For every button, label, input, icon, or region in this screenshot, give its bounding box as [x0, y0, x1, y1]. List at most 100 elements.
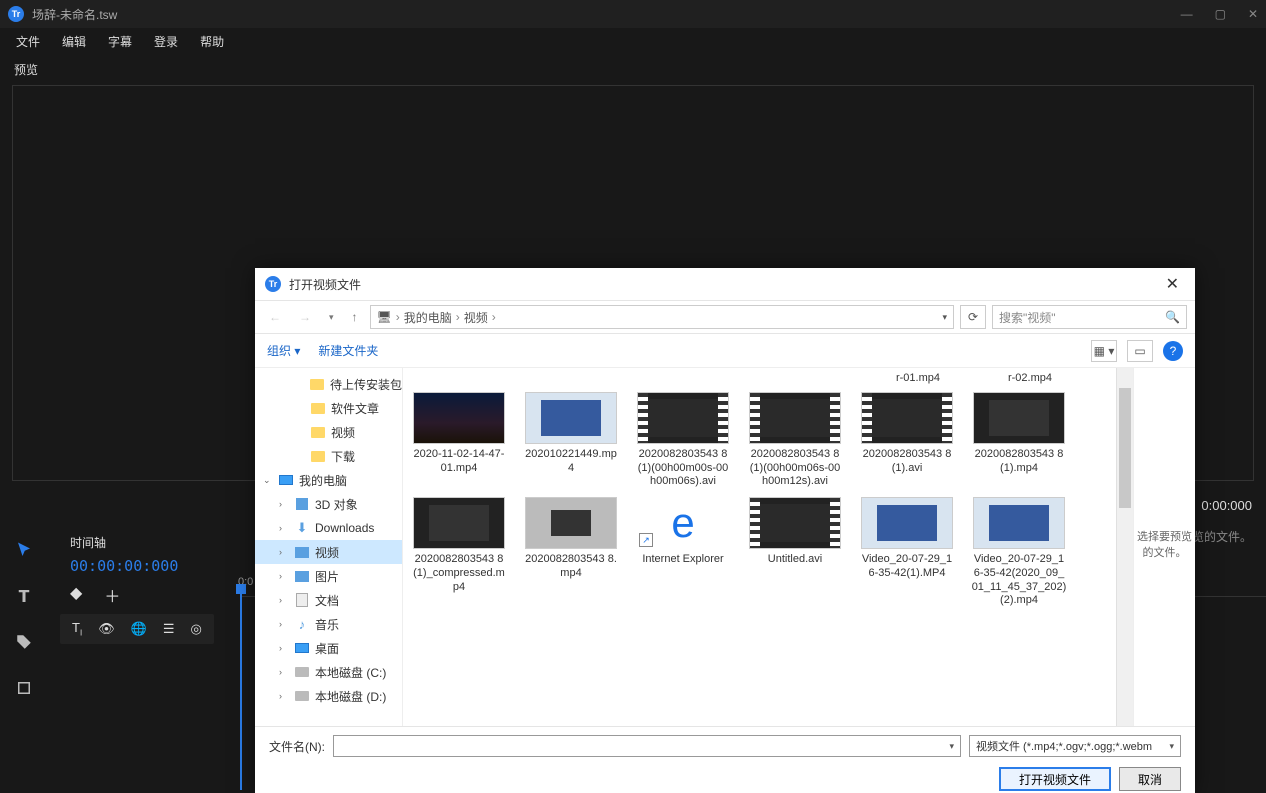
preview-pane: 选择要预览的文件。 [1133, 368, 1195, 726]
tree-item-label: 本地磁盘 (D:) [315, 688, 386, 705]
nav-back-icon[interactable]: ← [263, 308, 287, 326]
file-name-residual[interactable]: r-01.mp4 [870, 372, 966, 386]
open-button[interactable]: 打开视频文件 [999, 767, 1111, 791]
minimize-button[interactable]: — [1181, 7, 1193, 21]
text-tool-icon[interactable] [12, 584, 36, 608]
file-item[interactable]: 2020082803543 8 (1)_compressed.mp4 [411, 497, 507, 608]
file-name: Untitled.avi [768, 553, 822, 567]
view-mode-button[interactable]: ▦ ▾ [1091, 340, 1117, 362]
file-thumb [749, 392, 841, 444]
file-item[interactable]: Video_20-07-29_16-35-42(2020_09_01_11_45… [971, 497, 1067, 608]
file-name: 2020082803543 8 (1)(00h00m00s-00h00m06s)… [635, 448, 731, 489]
tree-item-label: 待上传安装包 [330, 376, 402, 393]
file-name: Internet Explorer [642, 553, 723, 567]
expand-icon[interactable]: › [279, 667, 289, 677]
expand-icon[interactable]: ⌄ [263, 475, 273, 486]
visibility-icon[interactable]: 👁 [98, 621, 115, 637]
tree-item[interactable]: ›图片 [255, 564, 402, 588]
expand-icon[interactable]: › [279, 523, 289, 533]
file-item[interactable]: 2020082803543 8.mp4 [523, 497, 619, 608]
new-folder-button[interactable]: 新建文件夹 [318, 342, 378, 359]
cursor-tool-icon[interactable] [12, 538, 36, 562]
text-style-icon[interactable]: TI [72, 620, 82, 638]
list-icon[interactable]: ☰ [163, 621, 175, 637]
file-name-residual[interactable]: r-02.mp4 [982, 372, 1078, 386]
maximize-button[interactable]: ▢ [1215, 7, 1226, 21]
file-thumb: e↗ [637, 497, 729, 549]
tree-item[interactable]: ⌄我的电脑 [255, 468, 402, 492]
tree-item[interactable]: 软件文章 [255, 396, 402, 420]
side-toolbar [0, 528, 48, 793]
folder-tree: 待上传安装包软件文章视频下载⌄我的电脑›3D 对象›⬇Downloads›视频›… [255, 368, 403, 726]
menu-login[interactable]: 登录 [144, 30, 188, 53]
file-item[interactable]: 2020-11-02-14-47-01.mp4 [411, 392, 507, 489]
file-name: 2020082803543 8 (1)_compressed.mp4 [411, 553, 507, 594]
file-item[interactable]: 202010221449.mp4 [523, 392, 619, 489]
nav-forward-icon[interactable]: → [293, 308, 317, 326]
filetype-select[interactable]: 视频文件 (*.mp4;*.ogv;*.ogg;*.webm▾ [969, 735, 1181, 757]
tag-tool-icon[interactable] [12, 630, 36, 654]
menu-edit[interactable]: 编辑 [52, 30, 96, 53]
refresh-button[interactable]: ⟳ [960, 305, 986, 329]
file-item[interactable]: 2020082803543 8 (1).avi [859, 392, 955, 489]
file-item[interactable]: e↗ Internet Explorer [635, 497, 731, 608]
expand-icon[interactable]: › [279, 643, 289, 653]
tree-item[interactable]: ›⬇Downloads [255, 516, 402, 540]
expand-icon[interactable]: › [279, 499, 289, 509]
crop-tool-icon[interactable] [12, 676, 36, 700]
tree-item[interactable]: ›3D 对象 [255, 492, 402, 516]
close-button[interactable]: ✕ [1248, 7, 1258, 21]
help-button[interactable]: ? [1163, 341, 1183, 361]
file-item[interactable]: Untitled.avi [747, 497, 843, 608]
tree-item[interactable]: ›视频 [255, 540, 402, 564]
add-marker-icon[interactable]: ＋ [104, 583, 120, 607]
breadcrumb-root[interactable]: 我的电脑 [404, 309, 452, 326]
app-titlebar: Tr 场辞-未命名.tsw — ▢ ✕ [0, 0, 1266, 28]
expand-icon[interactable]: › [279, 691, 289, 701]
marker-icon[interactable]: ◆ [70, 583, 82, 607]
time-readout: 0:00:000 [1201, 498, 1252, 513]
file-item[interactable]: 2020082803543 8 (1).mp4 [971, 392, 1067, 489]
file-list: r-01.mp4 r-02.mp4 2020-11-02-14-47-01.mp… [403, 368, 1116, 726]
tree-item[interactable]: ›♪音乐 [255, 612, 402, 636]
menu-help[interactable]: 帮助 [190, 30, 234, 53]
tree-item-label: Downloads [315, 521, 374, 535]
tree-item[interactable]: ›文档 [255, 588, 402, 612]
breadcrumb-folder[interactable]: 视频 [464, 309, 488, 326]
organize-button[interactable]: 组织 ▾ [267, 342, 300, 359]
tree-item[interactable]: 下载 [255, 444, 402, 468]
file-thumb [525, 497, 617, 549]
tree-item[interactable]: › 本地磁盘 (D:) [255, 684, 402, 708]
preview-pane-button[interactable]: ▭ [1127, 340, 1153, 362]
file-scrollbar[interactable] [1116, 368, 1133, 726]
menu-file[interactable]: 文件 [6, 30, 50, 53]
globe-icon[interactable]: 🌐 [131, 621, 147, 637]
tree-item[interactable]: › 本地磁盘 (C:) [255, 660, 402, 684]
open-file-dialog: Tr 打开视频文件 ✕ ← → ▾ ↑ 🖥 › 我的电脑 › 视频 › ▾ ⟳ … [255, 268, 1195, 793]
record-icon[interactable]: ◎ [191, 621, 202, 637]
menu-subtitle[interactable]: 字幕 [98, 30, 142, 53]
dialog-close-button[interactable]: ✕ [1160, 274, 1185, 294]
nav-up-icon[interactable]: ↑ [346, 308, 364, 326]
expand-icon[interactable]: › [279, 595, 289, 605]
address-dropdown-icon[interactable]: ▾ [942, 312, 947, 323]
expand-icon[interactable]: › [279, 547, 289, 557]
address-bar[interactable]: 🖥 › 我的电脑 › 视频 › ▾ [370, 305, 954, 329]
nav-recent-icon[interactable]: ▾ [323, 310, 340, 325]
tree-item-label: 本地磁盘 (C:) [315, 664, 386, 681]
timeline-toolbar: TI 👁 🌐 ☰ ◎ [60, 614, 214, 644]
tree-item[interactable]: 视频 [255, 420, 402, 444]
expand-icon[interactable]: › [279, 571, 289, 581]
cancel-button[interactable]: 取消 [1119, 767, 1181, 791]
search-input[interactable]: 搜索"视频" 🔍 [992, 305, 1187, 329]
tree-item[interactable]: 待上传安装包 [255, 372, 402, 396]
app-title: 场辞-未命名.tsw [32, 6, 117, 23]
file-item[interactable]: Video_20-07-29_16-35-42(1).MP4 [859, 497, 955, 608]
filename-input[interactable]: ▾ [333, 735, 961, 757]
file-item[interactable]: 2020082803543 8 (1)(00h00m06s-00h00m12s)… [747, 392, 843, 489]
file-item[interactable]: 2020082803543 8 (1)(00h00m00s-00h00m06s)… [635, 392, 731, 489]
shortcut-icon: ↗ [639, 533, 653, 547]
expand-icon[interactable]: › [279, 619, 289, 629]
timeline-playhead[interactable] [240, 590, 242, 790]
tree-item[interactable]: ›桌面 [255, 636, 402, 660]
